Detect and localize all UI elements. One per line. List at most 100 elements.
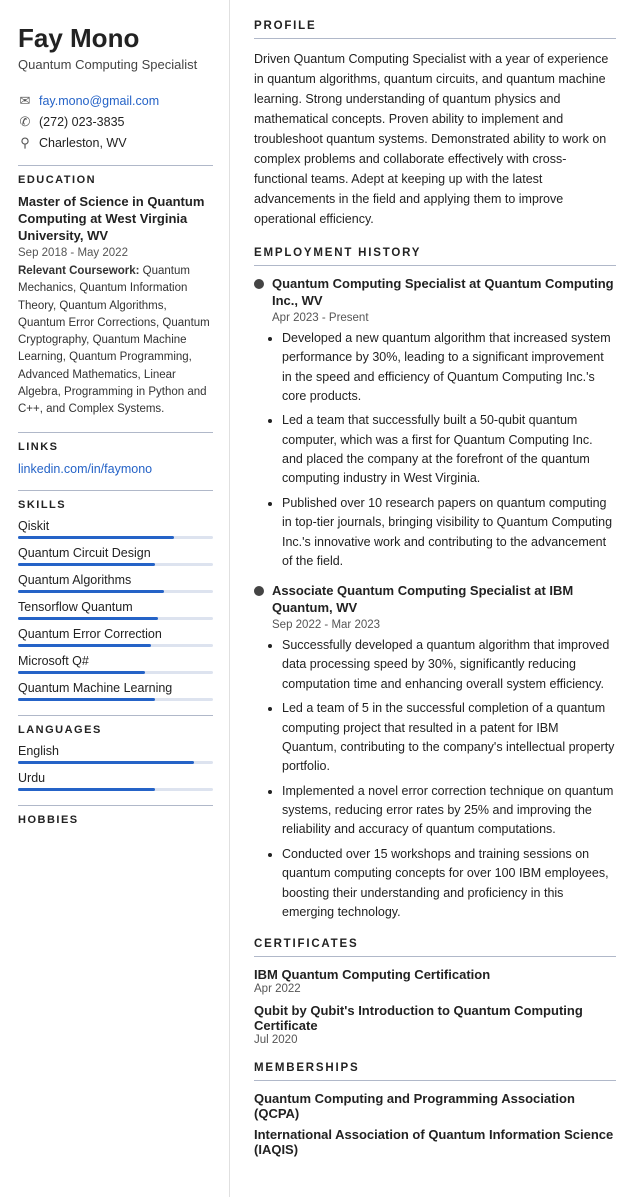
skill-bar-bg [18, 644, 213, 647]
location-icon: ⚲ [18, 135, 32, 151]
language-item: Urdu [18, 771, 213, 791]
location-text: Charleston, WV [39, 136, 127, 150]
phone-contact: ✆ (272) 023-3835 [18, 114, 213, 130]
skill-item: Qiskit [18, 519, 213, 539]
membership-name: International Association of Quantum Inf… [254, 1127, 616, 1157]
skill-item: Microsoft Q# [18, 654, 213, 674]
skill-item: Quantum Circuit Design [18, 546, 213, 566]
skill-bar-fill [18, 671, 145, 674]
skill-name: Tensorflow Quantum [18, 600, 213, 614]
coursework-text: Quantum Mechanics, Quantum Information T… [18, 265, 210, 415]
skill-item: Tensorflow Quantum [18, 600, 213, 620]
skill-bar-bg [18, 590, 213, 593]
skill-bar-fill [18, 563, 155, 566]
membership-item: International Association of Quantum Inf… [254, 1127, 616, 1157]
phone-number: (272) 023-3835 [39, 115, 124, 129]
job-title-text: Associate Quantum Computing Specialist a… [272, 583, 616, 617]
edu-date: Sep 2018 - May 2022 [18, 247, 213, 259]
job-title: Quantum Computing Specialist [18, 57, 213, 74]
job-bullet: Led a team that successfully built a 50-… [282, 411, 616, 489]
skill-bar-fill [18, 698, 155, 701]
membership-name: Quantum Computing and Programming Associ… [254, 1091, 616, 1121]
skill-item: Quantum Machine Learning [18, 681, 213, 701]
employment-section: EMPLOYMENT HISTORY Quantum Computing Spe… [254, 247, 616, 922]
jobs-list: Quantum Computing Specialist at Quantum … [254, 276, 616, 922]
membership-item: Quantum Computing and Programming Associ… [254, 1091, 616, 1121]
skill-item: Quantum Error Correction [18, 627, 213, 647]
skills-list: Qiskit Quantum Circuit Design Quantum Al… [18, 519, 213, 701]
email-icon: ✉ [18, 93, 32, 109]
job-title-text: Quantum Computing Specialist at Quantum … [272, 276, 616, 310]
languages-section-title: LANGUAGES [18, 724, 213, 736]
cert-name: IBM Quantum Computing Certification [254, 967, 616, 982]
job-entry: Associate Quantum Computing Specialist a… [254, 583, 616, 922]
certificates-list: IBM Quantum Computing Certification Apr … [254, 967, 616, 1046]
linkedin-link[interactable]: linkedin.com/in/faymono [18, 462, 152, 476]
skill-bar-bg [18, 536, 213, 539]
job-bullet: Published over 10 research papers on qua… [282, 494, 616, 572]
skill-bar-fill [18, 617, 158, 620]
job-date: Apr 2023 - Present [272, 312, 616, 324]
employment-title: EMPLOYMENT HISTORY [254, 247, 616, 259]
job-bullet: Implemented a novel error correction tec… [282, 782, 616, 840]
coursework-label: Relevant Coursework: [18, 265, 139, 277]
certificates-section: CERTIFICATES IBM Quantum Computing Certi… [254, 938, 616, 1046]
language-name: Urdu [18, 771, 213, 785]
skill-bar-fill [18, 644, 151, 647]
language-bar-fill [18, 788, 155, 791]
job-bullet: Successfully developed a quantum algorit… [282, 636, 616, 694]
skill-name: Quantum Algorithms [18, 573, 213, 587]
memberships-title: MEMBERSHIPS [254, 1062, 616, 1074]
phone-icon: ✆ [18, 114, 32, 130]
language-name: English [18, 744, 213, 758]
languages-list: English Urdu [18, 744, 213, 791]
skill-bar-bg [18, 617, 213, 620]
edu-degree: Master of Science in Quantum Computing a… [18, 194, 213, 245]
email-link[interactable]: fay.mono@gmail.com [39, 94, 159, 108]
memberships-list: Quantum Computing and Programming Associ… [254, 1091, 616, 1157]
skill-bar-bg [18, 671, 213, 674]
main-content: PROFILE Driven Quantum Computing Special… [230, 0, 640, 1197]
skill-name: Microsoft Q# [18, 654, 213, 668]
skill-bar-fill [18, 590, 164, 593]
profile-section: PROFILE Driven Quantum Computing Special… [254, 20, 616, 229]
memberships-section: MEMBERSHIPS Quantum Computing and Progra… [254, 1062, 616, 1157]
education-section-title: EDUCATION [18, 174, 213, 186]
edu-coursework: Relevant Coursework: Quantum Mechanics, … [18, 263, 213, 418]
skill-name: Qiskit [18, 519, 213, 533]
language-bar-bg [18, 788, 213, 791]
links-section-title: LINKS [18, 441, 213, 453]
job-bullets: Successfully developed a quantum algorit… [282, 636, 616, 922]
cert-name: Qubit by Qubit's Introduction to Quantum… [254, 1003, 616, 1033]
job-bullet: Led a team of 5 in the successful comple… [282, 699, 616, 777]
location-contact: ⚲ Charleston, WV [18, 135, 213, 151]
language-bar-fill [18, 761, 194, 764]
job-entry: Quantum Computing Specialist at Quantum … [254, 276, 616, 571]
email-contact: ✉ fay.mono@gmail.com [18, 93, 213, 109]
profile-text: Driven Quantum Computing Specialist with… [254, 49, 616, 229]
skill-name: Quantum Error Correction [18, 627, 213, 641]
language-bar-bg [18, 761, 213, 764]
certificates-title: CERTIFICATES [254, 938, 616, 950]
skill-name: Quantum Circuit Design [18, 546, 213, 560]
job-dot [254, 586, 264, 596]
job-date: Sep 2022 - Mar 2023 [272, 619, 616, 631]
job-header: Quantum Computing Specialist at Quantum … [254, 276, 616, 310]
name: Fay Mono [18, 24, 213, 53]
language-item: English [18, 744, 213, 764]
skill-item: Quantum Algorithms [18, 573, 213, 593]
job-bullet: Conducted over 15 workshops and training… [282, 845, 616, 923]
job-header: Associate Quantum Computing Specialist a… [254, 583, 616, 617]
skill-bar-bg [18, 563, 213, 566]
hobbies-section-title: HOBBIES [18, 814, 213, 826]
cert-date: Apr 2022 [254, 983, 616, 995]
skills-section-title: SKILLS [18, 499, 213, 511]
skill-bar-bg [18, 698, 213, 701]
skill-bar-fill [18, 536, 174, 539]
job-dot [254, 279, 264, 289]
certificate-item: IBM Quantum Computing Certification Apr … [254, 967, 616, 995]
sidebar: Fay Mono Quantum Computing Specialist ✉ … [0, 0, 230, 1197]
job-bullet: Developed a new quantum algorithm that i… [282, 329, 616, 407]
profile-title: PROFILE [254, 20, 616, 32]
job-bullets: Developed a new quantum algorithm that i… [282, 329, 616, 572]
